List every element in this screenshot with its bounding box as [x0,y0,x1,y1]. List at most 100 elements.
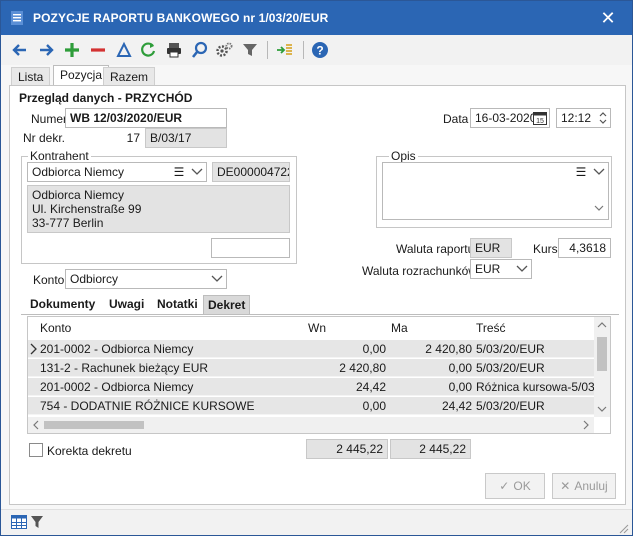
dekret-grid: Konto Wn Ma Treść 201-0002 - Odbiorca Ni… [27,316,611,434]
resize-grip-icon[interactable] [617,522,629,534]
kontrahent-name: Odbiorca Niemcy [32,165,125,179]
list-lines-icon[interactable]: ☰ [172,163,186,181]
chevron-left-icon[interactable] [32,420,40,430]
tabs-divider [21,314,619,315]
list-document-icon [11,11,23,25]
chevron-down-icon[interactable] [597,405,607,413]
vertical-scrollbar[interactable] [594,317,610,417]
anuluj-label: Anuluj [574,479,608,493]
cell-wn: 24,42 [355,380,386,394]
cell-wn: 0,00 [362,342,386,356]
chevron-down-icon[interactable] [208,270,226,288]
vertical-scroll-thumb[interactable] [597,337,607,371]
print-icon[interactable] [165,41,183,59]
tab-dekret[interactable]: Dekret [203,295,251,315]
table-row[interactable]: 201-0002 - Odbiorca Niemcy 0,00 2 420,80… [28,340,594,358]
nr-dekr-label: Nr dekr. [23,131,66,145]
numer-field[interactable]: WB 12/03/2020/EUR [65,108,227,128]
cancel-icon: ✕ [560,479,571,493]
list-lines-icon[interactable]: ☰ [574,163,588,181]
cell-tresc: 5/03/20/EUR [476,399,545,413]
chevron-down-icon[interactable] [513,260,531,278]
toolbar-separator [303,41,304,59]
refresh-icon[interactable] [139,41,157,59]
sum-ma-field: 2 445,22 [390,439,471,459]
chevron-down-small-icon[interactable] [594,203,604,213]
tab-lista[interactable]: Lista [11,67,51,85]
cell-ma: 24,42 [441,399,472,413]
add-icon[interactable] [63,41,81,59]
date-field[interactable]: 16-03-2020 15 [470,108,550,128]
ok-button[interactable]: ✓ OK [485,473,545,499]
chevron-right-icon[interactable] [582,420,590,430]
tab-razem[interactable]: Razem [103,67,156,85]
gears-icon[interactable] [215,41,233,59]
korekta-label: Korekta dekretu [47,444,132,458]
tab-notatki[interactable]: Notatki [153,295,202,315]
grid-header: Konto Wn Ma Treść [28,317,594,339]
column-header-ma[interactable]: Ma [391,321,408,335]
toolbar-separator [267,41,268,59]
table-row[interactable]: 131-2 - Rachunek bieżący EUR 2 420,80 0,… [28,359,594,377]
help-icon[interactable]: ? [311,41,329,59]
filter-icon[interactable] [241,41,259,59]
cell-ma: 2 420,80 [425,342,472,356]
cell-tresc: 5/03/20/EUR [476,361,545,375]
chevron-down-icon[interactable] [188,163,206,181]
cell-konto: 201-0002 - Odbiorca Niemcy [40,380,194,394]
waluta-rozrachunkow-label: Waluta rozrachunków [362,264,477,278]
konto-select[interactable]: Odbiorcy [65,269,227,289]
close-icon[interactable]: ✕ [599,9,617,27]
tab-uwagi[interactable]: Uwagi [105,295,148,315]
cell-konto: 201-0002 - Odbiorca Niemcy [40,342,194,356]
column-header-tresc[interactable]: Treść [476,321,506,335]
konto-label: Konto [33,273,65,287]
time-spinner-icon[interactable] [598,110,608,126]
time-field[interactable]: 12:12 [556,108,611,128]
address-line-2: Ul. Kirchenstraße 99 [32,202,142,216]
kontrahent-title: Kontrahent [28,149,91,163]
chevron-down-icon[interactable] [590,163,608,181]
kontrahent-code: DE0000047221 [212,162,290,182]
chevron-up-icon[interactable] [597,321,607,329]
svg-text:15: 15 [536,118,544,125]
tab-dokumenty[interactable]: Dokumenty [26,295,99,315]
check-icon: ✓ [499,479,510,493]
korekta-checkbox[interactable] [29,443,43,457]
section-title: Przegląd danych - PRZYCHÓD [19,91,193,105]
horizontal-scroll-thumb[interactable] [44,421,144,429]
cell-wn: 0,00 [362,399,386,413]
calendar-icon[interactable]: 15 [533,111,547,125]
table-view-icon[interactable] [11,515,27,529]
kurs-field[interactable]: 4,3618 [558,238,611,258]
row-pointer-icon [30,343,37,355]
table-row[interactable]: 754 - DODATNIE RÓŻNICE KURSOWE 0,00 24,4… [28,397,594,415]
column-header-konto[interactable]: Konto [40,321,71,335]
date-value: 16-03-2020 [475,111,537,125]
table-row[interactable]: 201-0002 - Odbiorca Niemcy 24,42 0,00 Ró… [28,378,594,396]
horizontal-scrollbar[interactable] [28,417,594,433]
arrow-right-icon[interactable] [37,41,55,59]
arrow-left-icon[interactable] [11,41,29,59]
opis-title: Opis [389,149,418,163]
kontrahent-select[interactable]: Odbiorca Niemcy ☰ [27,162,207,182]
waluta-rozrachunkow-select[interactable]: EUR [470,259,532,279]
title-bar: POZYCJE RAPORTU BANKOWEGO nr 1/03/20/EUR… [1,1,632,35]
remove-icon[interactable] [89,41,107,59]
search-icon[interactable] [191,41,209,59]
nr-dekr-value: B/03/17 [145,128,227,148]
kontrahent-extra-field[interactable] [211,238,290,258]
delta-icon[interactable] [115,41,133,59]
column-header-wn[interactable]: Wn [308,321,326,335]
time-value: 12:12 [561,111,592,125]
kontrahent-address: Odbiorca Niemcy Ul. Kirchenstraße 99 33-… [27,185,290,233]
anuluj-button[interactable]: ✕ Anuluj [552,473,616,499]
opis-field[interactable]: ☰ [382,162,609,220]
nr-dekr-number: 17 [65,128,145,148]
svg-text:?: ? [316,44,323,58]
sum-wn-field: 2 445,22 [306,439,388,459]
import-list-icon[interactable] [275,41,293,59]
dialog-window: POZYCJE RAPORTU BANKOWEGO nr 1/03/20/EUR… [0,0,633,536]
tab-pozycja[interactable]: Pozycja [53,65,110,85]
filter-icon[interactable] [31,515,43,529]
